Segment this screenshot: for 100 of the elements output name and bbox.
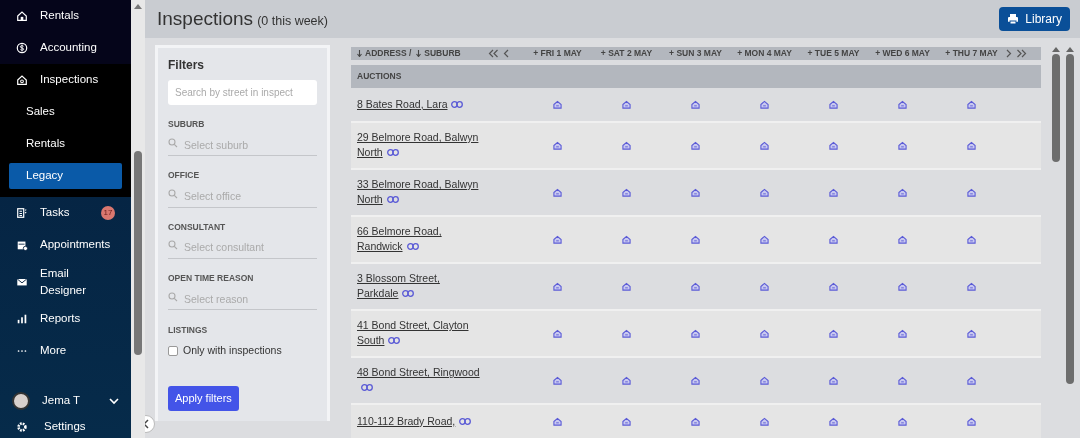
select-field[interactable]: Select consultant — [168, 236, 317, 259]
house-icon[interactable] — [898, 281, 907, 291]
sidebar-item[interactable]: Appointments — [0, 229, 131, 261]
address-link[interactable]: 66 Belmore Road, Randwick — [357, 224, 481, 255]
house-icon[interactable] — [760, 99, 769, 109]
house-icon[interactable] — [829, 234, 838, 244]
house-icon[interactable] — [829, 99, 838, 109]
house-icon[interactable] — [691, 99, 700, 109]
sidebar-subitem[interactable]: Sales — [9, 99, 122, 125]
house-icon[interactable] — [691, 328, 700, 338]
house-icon[interactable] — [967, 416, 976, 426]
house-icon[interactable] — [553, 187, 562, 197]
house-icon[interactable] — [829, 328, 838, 338]
link-icon[interactable] — [451, 100, 464, 108]
link-icon[interactable] — [361, 384, 373, 392]
house-icon[interactable] — [622, 416, 631, 426]
house-icon[interactable] — [622, 281, 631, 291]
select-field[interactable]: Select office — [168, 185, 317, 208]
house-icon[interactable] — [967, 99, 976, 109]
column-header[interactable]: SUBURB — [424, 47, 461, 60]
column-header[interactable]: + THU 7 MAY — [945, 47, 998, 60]
column-header[interactable]: + MON 4 MAY — [737, 47, 792, 60]
house-icon[interactable] — [760, 375, 769, 385]
house-icon[interactable] — [829, 140, 838, 150]
house-icon[interactable] — [829, 416, 838, 426]
link-icon[interactable] — [386, 149, 399, 157]
house-icon[interactable] — [829, 281, 838, 291]
link-icon[interactable] — [406, 243, 419, 251]
house-icon[interactable] — [553, 328, 562, 338]
sidebar-item[interactable]: Inspections — [0, 64, 131, 96]
house-icon[interactable] — [829, 187, 838, 197]
sidebar-subitem[interactable]: Legacy — [9, 163, 122, 189]
house-icon[interactable] — [622, 99, 631, 109]
address-link[interactable]: 41 Bond Street, Clayton South — [357, 318, 481, 349]
user-name[interactable]: Jema T — [42, 392, 81, 410]
link-icon[interactable] — [402, 290, 415, 298]
sort-arrow-icon[interactable] — [357, 49, 362, 57]
sidebar-item[interactable]: Tasks 17 — [0, 197, 131, 229]
link-icon[interactable] — [388, 337, 401, 345]
house-icon[interactable] — [898, 328, 907, 338]
house-icon[interactable] — [553, 375, 562, 385]
house-icon[interactable] — [553, 234, 562, 244]
select-field[interactable]: Select reason — [168, 288, 317, 310]
sidebar-scrollbar[interactable] — [131, 0, 145, 438]
house-icon[interactable] — [553, 416, 562, 426]
house-icon[interactable] — [898, 99, 907, 109]
house-icon[interactable] — [622, 328, 631, 338]
sidebar-item[interactable]: Rentals — [0, 0, 131, 32]
checkbox-label[interactable]: Only with inspections — [183, 342, 282, 359]
house-icon[interactable] — [760, 234, 769, 244]
house-icon[interactable] — [967, 187, 976, 197]
house-icon[interactable] — [691, 140, 700, 150]
house-icon[interactable] — [553, 140, 562, 150]
house-icon[interactable] — [622, 375, 631, 385]
house-icon[interactable] — [691, 187, 700, 197]
house-icon[interactable] — [622, 140, 631, 150]
address-link[interactable]: 3 Blossom Street, Parkdale — [357, 271, 481, 302]
house-icon[interactable] — [898, 187, 907, 197]
house-icon[interactable] — [691, 281, 700, 291]
select-field[interactable]: Select suburb — [168, 134, 317, 157]
house-icon[interactable] — [622, 187, 631, 197]
house-icon[interactable] — [691, 234, 700, 244]
chevron-right-icon[interactable] — [1006, 48, 1012, 58]
sidebar-item[interactable]: Accounting — [0, 32, 131, 64]
double-chevron-right-icon[interactable] — [1016, 48, 1027, 58]
house-icon[interactable] — [898, 375, 907, 385]
house-icon[interactable] — [760, 140, 769, 150]
address-link[interactable]: 48 Bond Street, Ringwood — [357, 365, 481, 396]
sidebar-item[interactable]: Email Designer — [0, 261, 131, 303]
house-icon[interactable] — [553, 99, 562, 109]
house-icon[interactable] — [967, 328, 976, 338]
column-header[interactable]: + SAT 2 MAY — [600, 47, 653, 60]
house-icon[interactable] — [967, 375, 976, 385]
column-header[interactable]: + SUN 3 MAY — [669, 47, 722, 60]
house-icon[interactable] — [760, 416, 769, 426]
house-icon[interactable] — [898, 416, 907, 426]
link-icon[interactable] — [459, 417, 472, 425]
house-icon[interactable] — [760, 281, 769, 291]
search-field[interactable]: Search by street in inspect — [168, 80, 317, 105]
house-icon[interactable] — [967, 234, 976, 244]
house-icon[interactable] — [622, 234, 631, 244]
house-icon[interactable] — [898, 140, 907, 150]
house-icon[interactable] — [967, 281, 976, 291]
chevron-down-icon[interactable] — [109, 397, 119, 405]
address-link[interactable]: 29 Belmore Road, Balwyn North — [357, 130, 481, 161]
sidebar-item[interactable]: Reports — [0, 303, 131, 335]
library-button[interactable]: Library — [999, 7, 1070, 31]
house-icon[interactable] — [691, 375, 700, 385]
address-link[interactable]: 8 Bates Road, Lara — [357, 96, 481, 112]
address-link[interactable]: 33 Belmore Road, Balwyn North — [357, 177, 481, 208]
house-icon[interactable] — [829, 375, 838, 385]
house-icon[interactable] — [760, 328, 769, 338]
column-header[interactable]: + WED 6 MAY — [875, 47, 930, 60]
sidebar-item[interactable]: Settings — [44, 418, 86, 436]
apply-filters-button[interactable]: Apply filters — [168, 386, 239, 411]
house-icon[interactable] — [691, 416, 700, 426]
house-icon[interactable] — [898, 234, 907, 244]
address-link[interactable]: 110-112 Brady Road, — [357, 413, 481, 429]
checkbox[interactable] — [168, 345, 178, 356]
house-icon[interactable] — [760, 187, 769, 197]
